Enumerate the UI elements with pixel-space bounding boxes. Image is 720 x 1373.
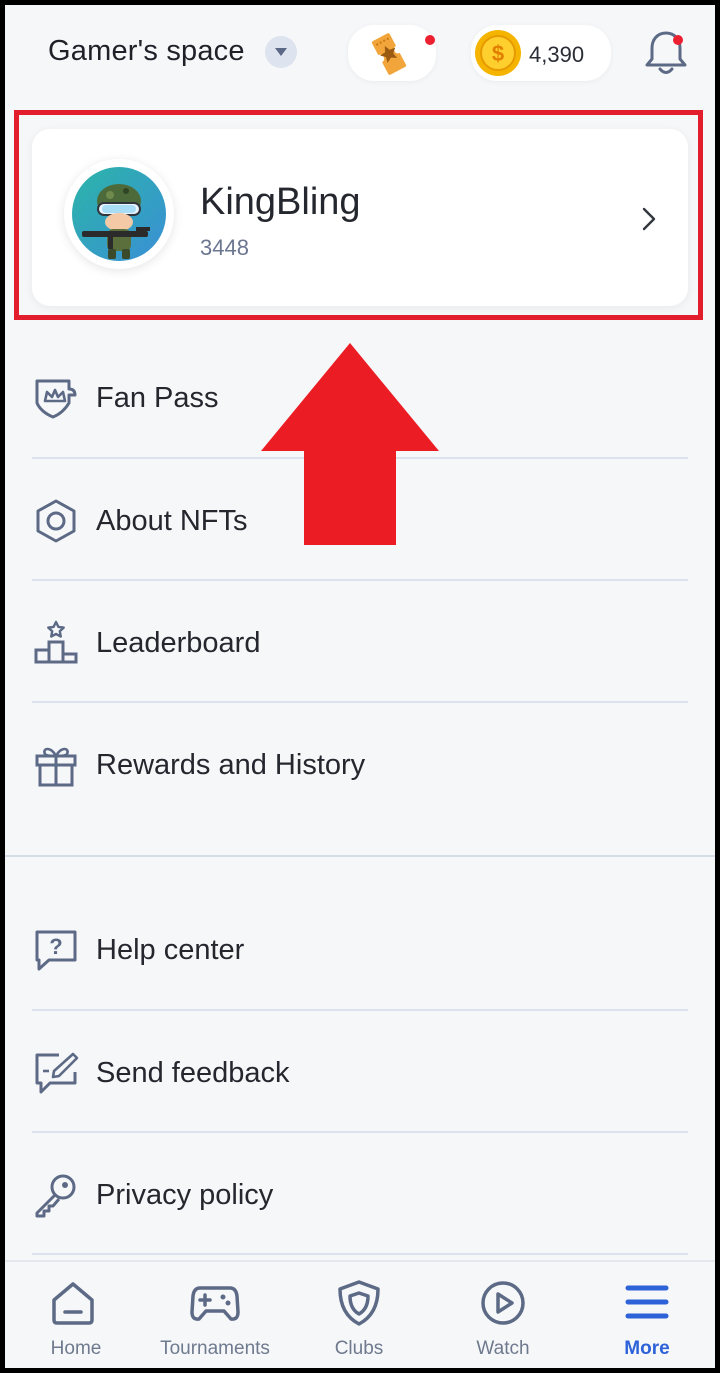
nav-label-clubs: Clubs <box>334 1338 384 1359</box>
menu-label-send-feedback: Send feedback <box>96 1057 290 1089</box>
fan-pass-icon <box>35 379 77 419</box>
nav-item-watch[interactable]: Watch <box>432 1262 574 1368</box>
menu-item-privacy-policy[interactable]: Privacy policy <box>5 1132 715 1252</box>
fan-pass-ticket-button[interactable] <box>348 25 436 81</box>
menu-label-privacy-policy: Privacy policy <box>96 1179 274 1211</box>
ticket-notification-dot <box>425 35 435 45</box>
menu-item-rewards[interactable]: Rewards and History <box>5 702 715 822</box>
menu-label-leaderboard: Leaderboard <box>96 627 261 659</box>
key-icon <box>35 1174 76 1218</box>
menu-label-rewards: Rewards and History <box>96 749 366 781</box>
menu-divider <box>32 1253 688 1255</box>
nav-label-tournaments: Tournaments <box>160 1338 270 1359</box>
coin-icon: $ <box>475 30 521 76</box>
svg-text:?: ? <box>49 934 62 959</box>
menu-item-help-center[interactable]: ? Help center <box>5 887 715 1007</box>
nav-label-more: More <box>624 1338 670 1359</box>
nav-item-tournaments[interactable]: Tournaments <box>144 1262 286 1368</box>
caret-down-icon <box>275 48 287 56</box>
menu-item-send-feedback[interactable]: Send feedback <box>5 1010 715 1130</box>
nav-item-home[interactable]: Home <box>5 1262 147 1368</box>
shield-icon <box>338 1280 380 1326</box>
section-divider <box>5 855 715 857</box>
feedback-edit-icon <box>35 1052 79 1094</box>
menu-label-help-center: Help center <box>96 934 245 966</box>
space-title[interactable]: Gamer's space <box>48 35 245 68</box>
home-icon <box>52 1282 94 1325</box>
app-screen: Gamer's space $ 4,390 KingBling 3448 Fan… <box>5 5 715 1368</box>
hexagon-icon <box>36 499 76 543</box>
ticket-icon <box>371 33 407 75</box>
svg-text:$: $ <box>492 41 504 66</box>
gift-icon <box>35 747 77 787</box>
menu-item-leaderboard[interactable]: Leaderboard <box>5 580 715 700</box>
up-arrow-annotation-icon <box>261 343 439 545</box>
nav-label-watch: Watch <box>476 1338 530 1359</box>
podium-icon <box>34 620 78 664</box>
bell-icon[interactable] <box>641 27 691 79</box>
highlight-box <box>14 110 703 320</box>
menu-icon <box>625 1285 669 1319</box>
nav-label-home: Home <box>50 1338 102 1359</box>
space-dropdown-button[interactable] <box>265 36 297 68</box>
nav-item-more[interactable]: More <box>576 1262 715 1368</box>
top-header: Gamer's space $ 4,390 <box>5 5 715 105</box>
help-chat-icon: ? <box>35 930 77 971</box>
menu-label-about-nfts: About NFTs <box>96 505 248 537</box>
nav-item-clubs[interactable]: Clubs <box>288 1262 430 1368</box>
coin-balance-button[interactable]: $ 4,390 <box>471 25 611 81</box>
play-icon <box>481 1281 525 1325</box>
bottom-nav: Home Tournaments Clubs Watch More <box>5 1260 715 1368</box>
coin-count: 4,390 <box>529 42 585 67</box>
bell-notification-dot <box>673 35 683 45</box>
gamepad-icon <box>190 1286 240 1321</box>
menu-label-fan-pass: Fan Pass <box>96 382 219 414</box>
